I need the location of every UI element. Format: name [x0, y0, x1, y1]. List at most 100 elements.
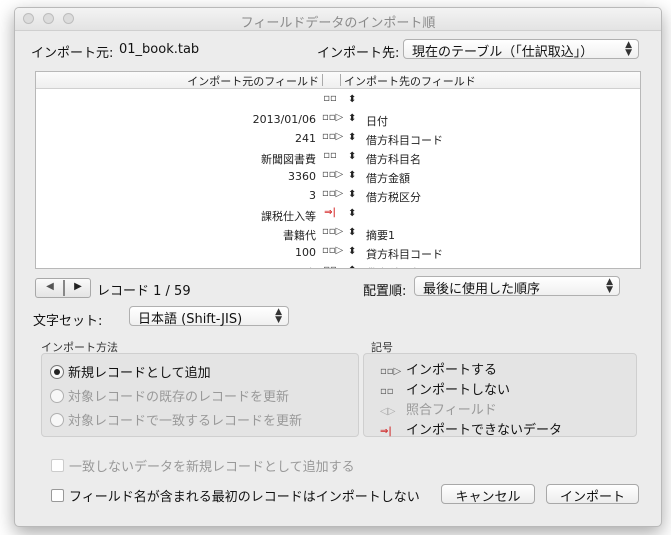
target-table-value: 現在のテーブル（「仕訳取込」）	[412, 45, 594, 60]
target-field-name: 借方金額	[366, 172, 410, 185]
reorder-handle-icon[interactable]: ⬍	[348, 189, 356, 200]
skip-first-record-checkbox[interactable]: フィールド名が含まれる最初のレコードはインポートしない	[51, 486, 420, 505]
field-mapping-table: インポート元のフィールド インポート先のフィールド ▫▫ ⬍ 2013/01/06 ▫…	[35, 71, 641, 269]
target-table-popup[interactable]: 現在のテーブル（「仕訳取込」） ▲ ▼	[403, 39, 639, 60]
checkbox[interactable]	[51, 489, 64, 502]
order-label: 配置順:	[363, 284, 407, 299]
order-value: 最後に使用した順序	[423, 282, 541, 297]
target-label: インポート先:	[317, 46, 400, 61]
reorder-handle-icon[interactable]: ⬍	[348, 113, 356, 124]
popup-arrows-icon: ▲ ▼	[275, 307, 282, 325]
cancel-button[interactable]: キャンセル	[441, 484, 535, 505]
import-button[interactable]: インポート	[546, 484, 639, 505]
match-field-icon: ◁▷	[380, 406, 396, 417]
table-row[interactable]: 現金 ▫▫ ⬍ 貸方科目名	[36, 263, 640, 268]
title-bar: フィールドデータのインポート順	[15, 8, 661, 31]
radio-label: 新規レコードとして追加	[68, 366, 211, 381]
reorder-handle-icon[interactable]: ⬍	[348, 265, 356, 268]
legend-label: インポートする	[406, 363, 498, 378]
charset-label: 文字セット:	[33, 314, 103, 329]
radio-update-matching[interactable]: 対象レコードで一致するレコードを更新	[50, 410, 302, 429]
next-record-icon[interactable]: ▶	[68, 281, 88, 295]
import-arrow-icon: ▫▫▷	[380, 366, 402, 377]
table-row[interactable]: ▫▫ ⬍	[36, 92, 640, 111]
prev-record-icon[interactable]: ◀	[40, 281, 60, 295]
charset-popup[interactable]: 日本語 (Shift-JIS) ▲ ▼	[129, 306, 289, 327]
radio-label: 対象レコードで一致するレコードを更新	[68, 414, 303, 429]
target-field-name: 借方税区分	[366, 191, 421, 204]
reorder-handle-icon[interactable]: ⬍	[348, 94, 356, 105]
source-field-value: 100	[295, 246, 316, 259]
target-field-name: 摘要1	[366, 229, 395, 242]
source-field-value: 課税仕入等	[261, 210, 316, 223]
reorder-handle-icon[interactable]: ⬍	[348, 151, 356, 162]
column-divider	[322, 74, 323, 86]
no-import-icon[interactable]: ▫▫	[322, 150, 338, 161]
source-field-value: 現金	[36, 265, 316, 268]
record-nav: ◀ ▶	[35, 278, 91, 298]
legend-label: 照合フィールド	[406, 403, 497, 418]
import-icon[interactable]: ▫▫▷	[322, 188, 343, 199]
table-row[interactable]: 3 ▫▫▷ ⬍ 借方税区分	[36, 187, 640, 206]
no-import-icon: ▫▫	[380, 386, 394, 397]
legend-label: インポートしない	[406, 383, 511, 398]
add-unmatched-checkbox[interactable]: 一致しないデータを新規レコードとして追加する	[51, 456, 355, 475]
reorder-handle-icon[interactable]: ⬍	[348, 227, 356, 238]
radio-update-existing[interactable]: 対象レコードの既存のレコードを更新	[50, 386, 289, 405]
radio-label: 対象レコードの既存のレコードを更新	[68, 390, 290, 405]
table-row[interactable]: 2013/01/06 ▫▫▷ ⬍ 日付	[36, 111, 640, 130]
target-field-name: 日付	[366, 115, 388, 128]
cannot-import-icon: ⇒|	[380, 426, 392, 437]
import-icon[interactable]: ▫▫▷	[322, 131, 343, 142]
popup-arrows-icon: ▲ ▼	[625, 40, 632, 58]
import-icon[interactable]: ▫▫▷	[322, 226, 343, 237]
table-row[interactable]: 100 ▫▫▷ ⬍ 貸方科目コード	[36, 244, 640, 263]
table-row[interactable]: 新聞図書費 ▫▫ ⬍ 借方科目名	[36, 149, 640, 168]
source-field-value: 3360	[288, 170, 316, 183]
cannot-import-icon[interactable]: ⇒|	[322, 207, 338, 218]
table-row[interactable]: 3360 ▫▫▷ ⬍ 借方金額	[36, 168, 640, 187]
checkbox-label: フィールド名が含まれる最初のレコードはインポートしない	[69, 490, 420, 505]
legend-cannot-import: ⇒| インポートできないデータ	[380, 419, 562, 438]
no-import-icon[interactable]: ▫▫	[322, 93, 338, 104]
legend-group: ▫▫▷ インポートする ▫▫ インポートしない ◁▷ 照合フィールド ⇒| インポートで…	[363, 353, 637, 438]
source-field-value: 3	[309, 189, 316, 202]
reorder-handle-icon[interactable]: ⬍	[348, 208, 356, 219]
order-popup[interactable]: 最後に使用した順序 ▲ ▼	[414, 276, 620, 297]
checkbox-label: 一致しないデータを新規レコードとして追加する	[69, 460, 355, 475]
column-divider	[340, 74, 341, 86]
table-header: インポート元のフィールド インポート先のフィールド	[36, 72, 640, 89]
table-row[interactable]: 書籍代 ▫▫▷ ⬍ 摘要1	[36, 225, 640, 244]
radio-button[interactable]	[50, 389, 64, 403]
radio-button[interactable]	[50, 365, 64, 379]
source-field-value: 2013/01/06	[252, 113, 316, 126]
table-row[interactable]: 241 ▫▫▷ ⬍ 借方科目コード	[36, 130, 640, 149]
source-field-value: 新聞図書費	[261, 153, 316, 166]
record-slider-handle[interactable]	[63, 280, 65, 296]
legend-import: ▫▫▷ インポートする	[380, 359, 497, 378]
target-field-name: 貸方科目名	[366, 265, 421, 268]
source-label: インポート元:	[31, 46, 114, 61]
import-method-group: 新規レコードとして追加 対象レコードの既存のレコードを更新 対象レコードで一致す…	[41, 353, 359, 437]
reorder-handle-icon[interactable]: ⬍	[348, 170, 356, 181]
import-order-dialog: フィールドデータのインポート順 インポート元: 01_book.tab インポー…	[14, 7, 662, 527]
table-row[interactable]: 課税仕入等 ⇒| ⬍	[36, 206, 640, 225]
col-source-header: インポート元のフィールド	[187, 75, 319, 88]
legend-label: インポートできないデータ	[406, 423, 563, 438]
reorder-handle-icon[interactable]: ⬍	[348, 132, 356, 143]
checkbox[interactable]	[51, 459, 64, 472]
charset-value: 日本語 (Shift-JIS)	[138, 312, 243, 327]
legend-no-import: ▫▫ インポートしない	[380, 379, 510, 398]
target-field-name: 借方科目コード	[366, 134, 443, 147]
radio-button[interactable]	[50, 413, 64, 427]
import-icon[interactable]: ▫▫▷	[322, 112, 343, 123]
radio-add-new[interactable]: 新規レコードとして追加	[50, 362, 211, 381]
target-field-name: 借方科目名	[366, 153, 421, 166]
import-icon[interactable]: ▫▫▷	[322, 245, 343, 256]
source-file-name: 01_book.tab	[119, 42, 200, 57]
no-import-icon[interactable]: ▫▫	[322, 264, 338, 268]
record-counter: レコード 1 / 59	[97, 284, 191, 299]
target-field-name: 貸方科目コード	[366, 248, 443, 261]
reorder-handle-icon[interactable]: ⬍	[348, 246, 356, 257]
import-icon[interactable]: ▫▫▷	[322, 169, 343, 180]
